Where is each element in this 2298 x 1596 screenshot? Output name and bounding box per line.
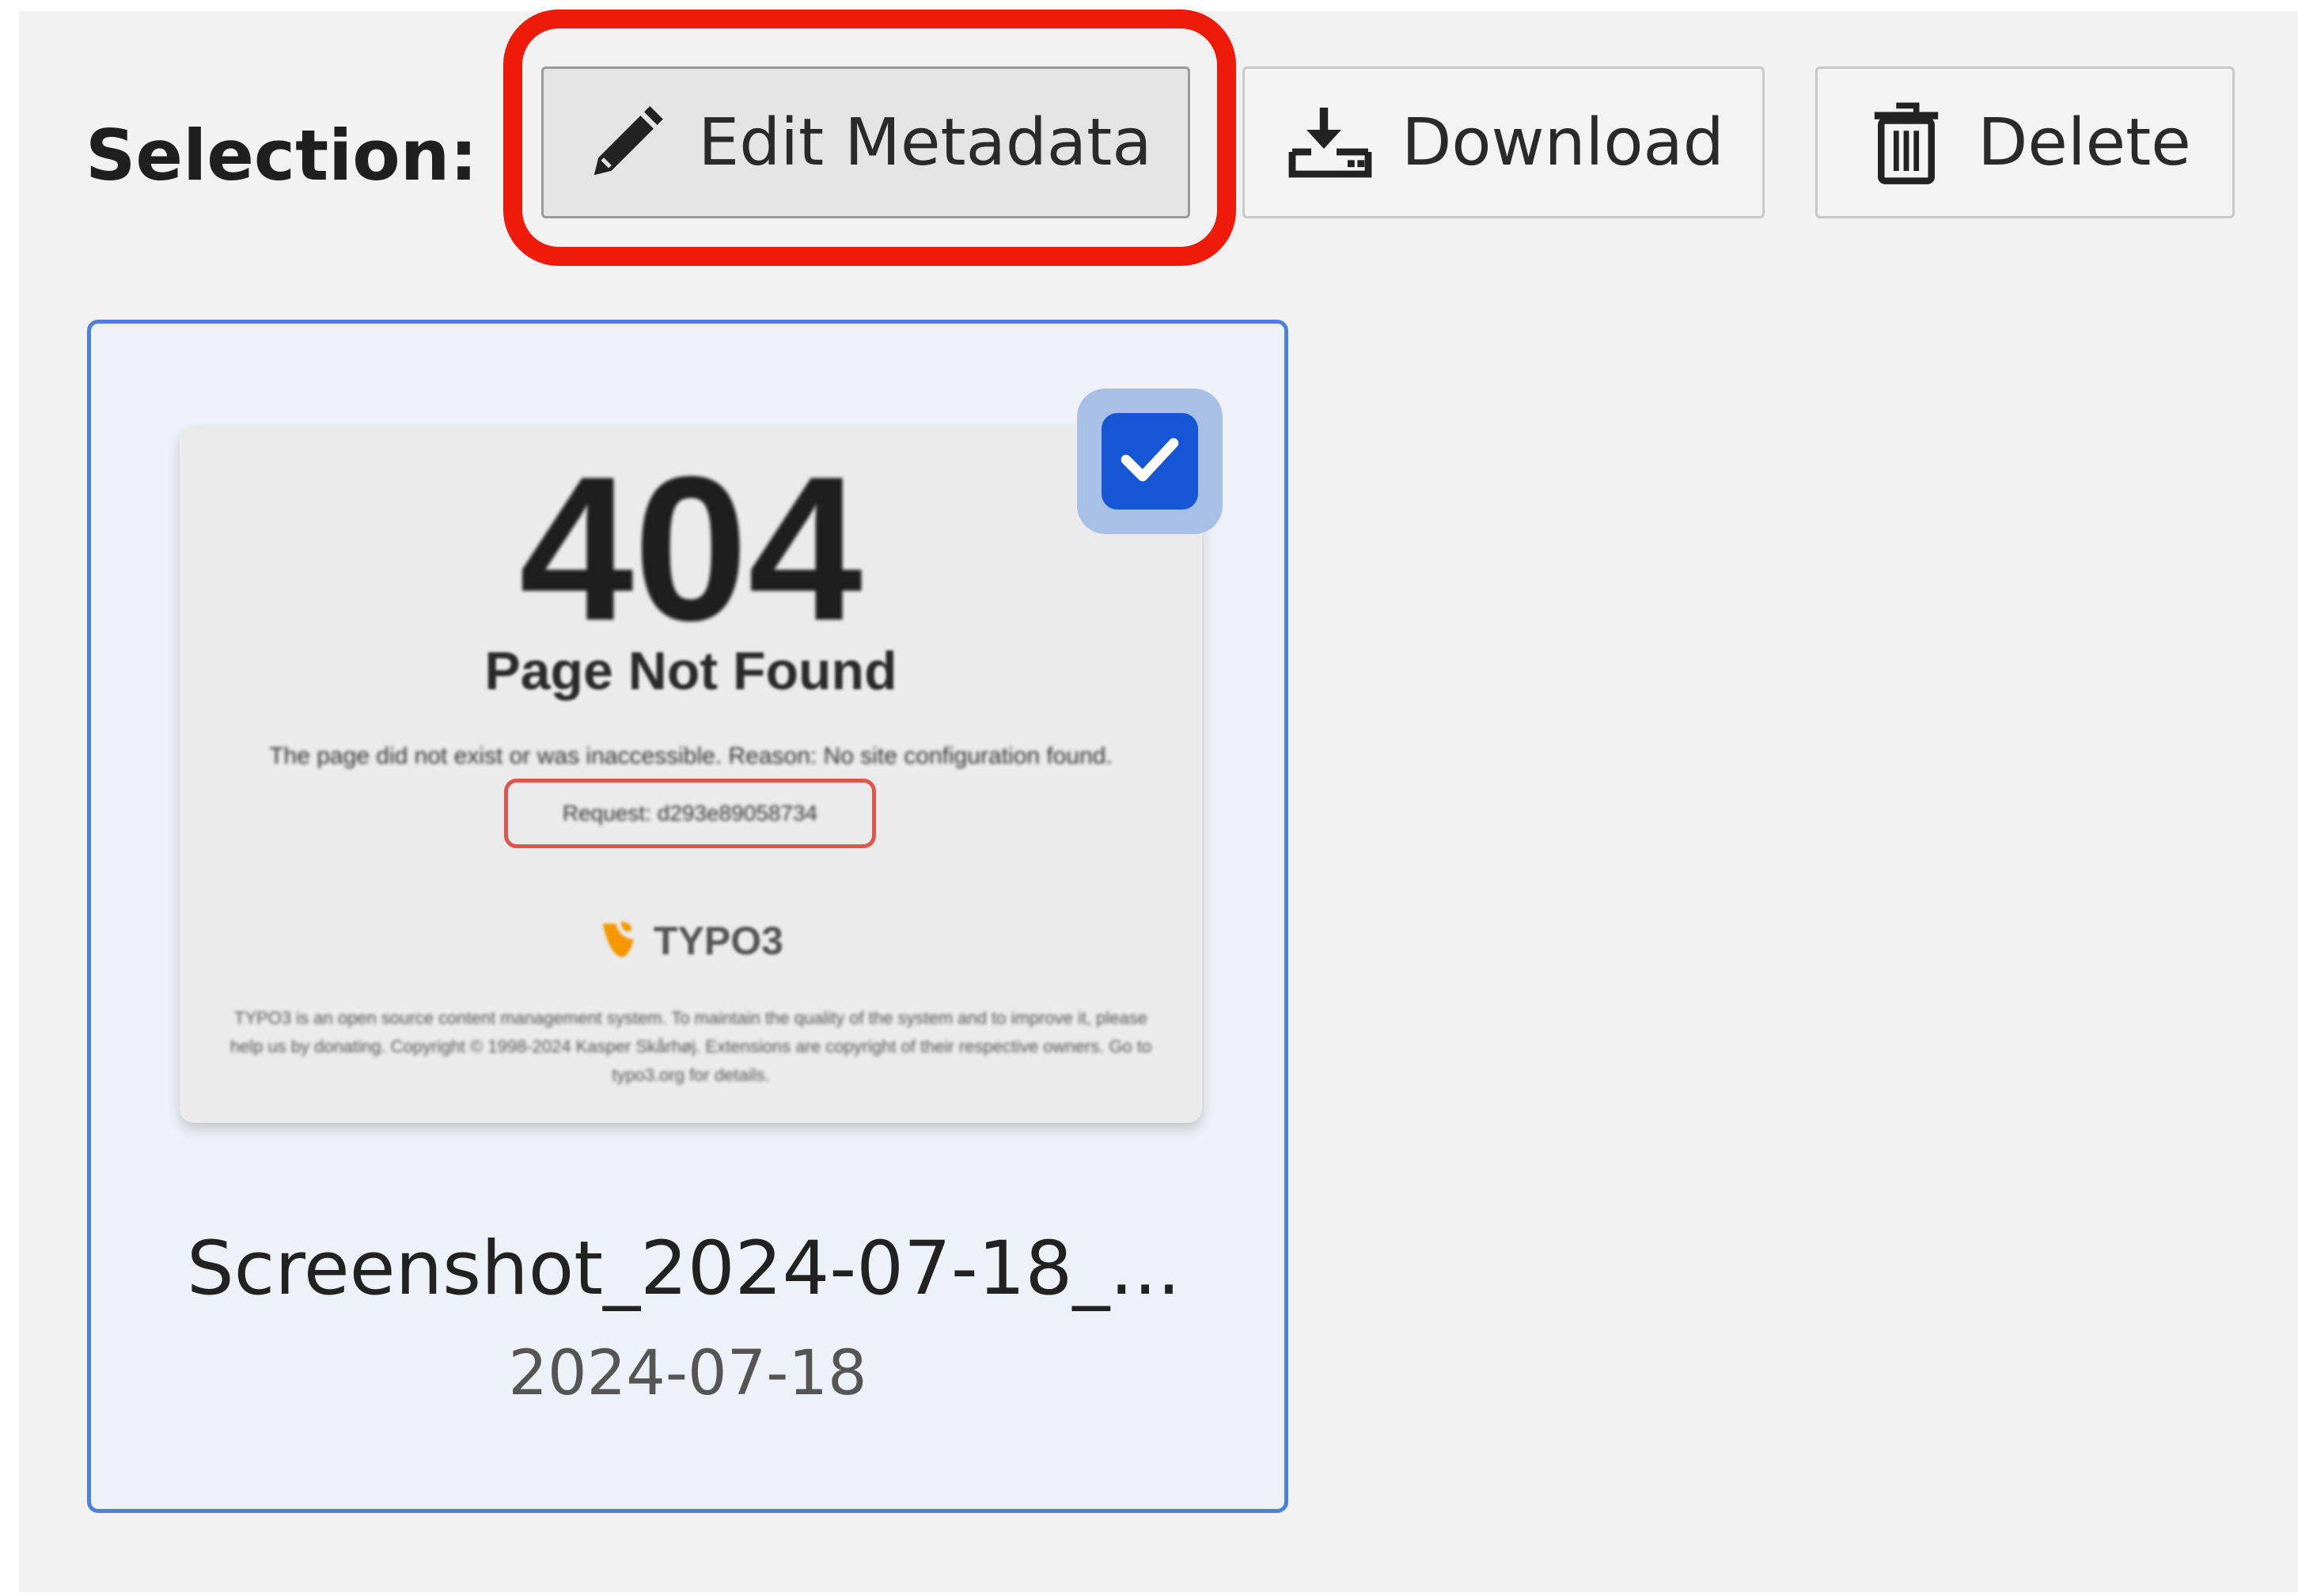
thumbnail-request-box: Request: d293e89058734 [504, 779, 876, 848]
file-name[interactable]: Screenshot_2024-07-18_... [91, 1226, 1284, 1312]
file-date: 2024-07-18 [508, 1338, 867, 1409]
thumbnail-error-title: Page Not Found [484, 641, 897, 701]
checkmark-icon [1119, 434, 1181, 488]
download-icon [1283, 99, 1378, 186]
trash-icon [1859, 99, 1954, 186]
thumbnail-error-code: 404 [519, 434, 863, 664]
edit-metadata-button[interactable]: Edit Metadata [541, 66, 1190, 218]
thumbnail-request-text: Request: d293e89058734 [562, 801, 818, 825]
delete-label: Delete [1978, 104, 2191, 180]
selection-toolbar: Selection: Edit Metadata Download Delete [19, 9, 2298, 296]
selection-label: Selection: [85, 115, 478, 196]
file-list-panel: Selection: Edit Metadata Download Delete… [19, 9, 2298, 1592]
thumbnail-error-message: The page did not exist or was inaccessib… [269, 743, 1113, 769]
thumbnail-brand-text: TYPO3 [654, 919, 783, 963]
delete-button[interactable]: Delete [1815, 66, 2235, 218]
thumbnail-brand: TYPO3 [180, 917, 1202, 965]
file-card[interactable]: 404 Page Not Found The page did not exis… [87, 320, 1288, 1513]
thumbnail-footer-text: TYPO3 is an open source content manageme… [229, 1008, 1152, 1085]
download-button[interactable]: Download [1242, 66, 1765, 218]
pencil-icon [579, 99, 674, 186]
checkbox-box [1102, 413, 1198, 510]
typo3-logo-icon [598, 917, 643, 965]
select-checkbox[interactable] [1077, 389, 1223, 534]
edit-metadata-label: Edit Metadata [698, 104, 1152, 180]
file-thumbnail[interactable]: 404 Page Not Found The page did not exis… [180, 426, 1202, 1123]
download-label: Download [1401, 104, 1724, 180]
